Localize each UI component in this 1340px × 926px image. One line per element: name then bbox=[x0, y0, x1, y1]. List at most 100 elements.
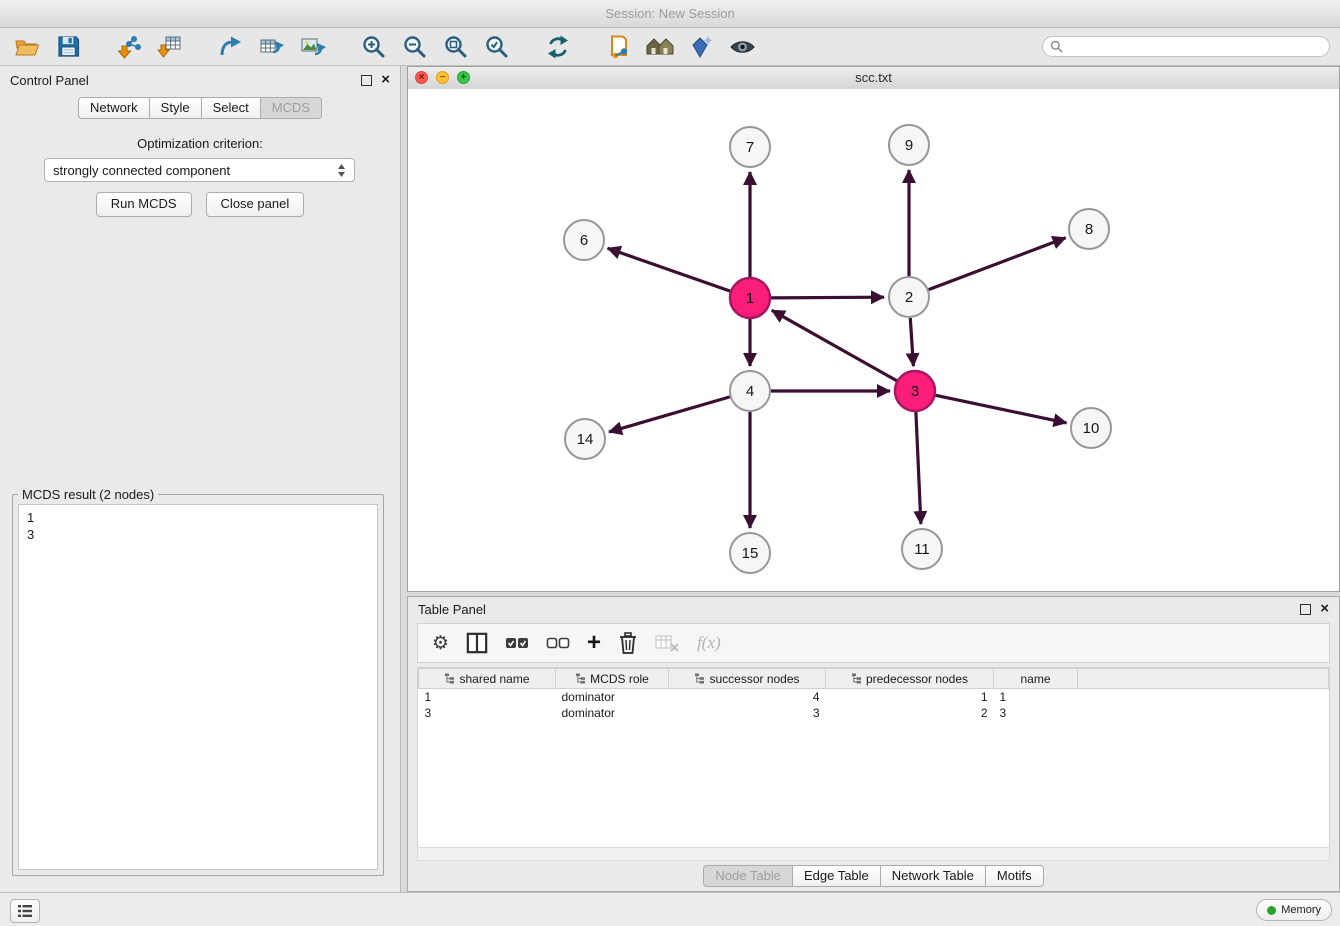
zoom-fit-button[interactable] bbox=[439, 32, 473, 62]
select-all-icon bbox=[505, 634, 529, 652]
close-panel-button[interactable]: Close panel bbox=[206, 192, 305, 217]
zoom-in-button[interactable] bbox=[357, 32, 391, 62]
gear-icon: ⚙ bbox=[432, 634, 449, 653]
table-row[interactable]: 1dominator411 bbox=[419, 689, 1329, 706]
table-row[interactable]: 3dominator323 bbox=[419, 705, 1329, 721]
graph-node-4[interactable]: 4 bbox=[730, 371, 770, 411]
graph-node-7[interactable]: 7 bbox=[730, 127, 770, 167]
control-panel: Control Panel × NetworkStyleSelectMCDS O… bbox=[0, 66, 401, 892]
optimization-criterion-value: strongly connected component bbox=[53, 163, 230, 178]
delete-table-button[interactable] bbox=[655, 634, 680, 653]
tab-select[interactable]: Select bbox=[201, 97, 261, 119]
network-file-button[interactable] bbox=[602, 32, 636, 62]
deselect-all-columns-button[interactable] bbox=[546, 634, 570, 652]
graph-node-1[interactable]: 1 bbox=[730, 278, 770, 318]
show-columns-button[interactable] bbox=[466, 632, 488, 654]
graph-edge-2-3[interactable] bbox=[910, 318, 913, 366]
table-panel-title: Table Panel bbox=[418, 602, 486, 617]
table-cell[interactable]: 4 bbox=[669, 689, 826, 706]
close-table-panel-icon[interactable]: × bbox=[1320, 602, 1329, 616]
select-arrows-icon bbox=[337, 163, 346, 178]
tab-edge-table[interactable]: Edge Table bbox=[792, 865, 881, 887]
column-header-mcds-role[interactable]: MCDS role bbox=[556, 669, 669, 689]
import-network-button[interactable] bbox=[112, 32, 146, 62]
close-panel-icon[interactable]: × bbox=[381, 73, 390, 87]
tab-network-table[interactable]: Network Table bbox=[880, 865, 986, 887]
refresh-layout-button[interactable] bbox=[541, 32, 575, 62]
graph-node-14[interactable]: 14 bbox=[565, 419, 605, 459]
table-cell[interactable]: 2 bbox=[826, 705, 994, 721]
import-table-button[interactable] bbox=[153, 32, 187, 62]
graph-edge-3-1[interactable] bbox=[772, 310, 897, 380]
function-builder-button[interactable]: f(x) bbox=[697, 633, 721, 653]
open-file-button[interactable] bbox=[10, 32, 44, 62]
delete-column-button[interactable] bbox=[618, 632, 638, 654]
table-cell[interactable]: 3 bbox=[669, 705, 826, 721]
float-panel-icon[interactable] bbox=[361, 75, 372, 86]
column-header-successor-nodes[interactable]: successor nodes bbox=[669, 669, 826, 689]
delete-table-icon bbox=[655, 634, 680, 653]
table-cell[interactable]: 3 bbox=[994, 705, 1078, 721]
graph-node-10[interactable]: 10 bbox=[1071, 408, 1111, 448]
show-hide-button[interactable] bbox=[725, 32, 759, 62]
graph-node-6[interactable]: 6 bbox=[564, 220, 604, 260]
window-title: Session: New Session bbox=[605, 6, 734, 21]
export-network-button[interactable] bbox=[214, 32, 248, 62]
zoom-selected-button[interactable] bbox=[480, 32, 514, 62]
tab-network[interactable]: Network bbox=[78, 97, 150, 119]
tab-style[interactable]: Style bbox=[149, 97, 202, 119]
run-mcds-button[interactable]: Run MCDS bbox=[96, 192, 192, 217]
graph-node-3[interactable]: 3 bbox=[895, 371, 935, 411]
node-table: shared name MCDS role bbox=[418, 668, 1329, 721]
zoom-out-button[interactable] bbox=[398, 32, 432, 62]
first-neighbors-button[interactable] bbox=[643, 32, 677, 62]
save-session-button[interactable] bbox=[51, 32, 85, 62]
table-cell[interactable]: 3 bbox=[419, 705, 556, 721]
select-all-columns-button[interactable] bbox=[505, 634, 529, 652]
add-column-button[interactable]: + bbox=[587, 632, 601, 654]
minimize-window-icon[interactable]: − bbox=[436, 71, 449, 84]
save-icon bbox=[56, 34, 81, 59]
apply-style-button[interactable] bbox=[684, 32, 718, 62]
export-image-button[interactable] bbox=[296, 32, 330, 62]
float-table-panel-icon[interactable] bbox=[1300, 604, 1311, 615]
tab-node-table[interactable]: Node Table bbox=[703, 865, 793, 887]
network-window-titlebar[interactable]: × − + scc.txt bbox=[408, 67, 1339, 90]
tab-mcds[interactable]: MCDS bbox=[260, 97, 322, 119]
graph-node-2[interactable]: 2 bbox=[889, 277, 929, 317]
search-box[interactable] bbox=[1042, 36, 1330, 57]
table-cell[interactable]: 1 bbox=[994, 689, 1078, 706]
panel-list-button[interactable] bbox=[10, 899, 40, 923]
column-header-name[interactable]: name bbox=[994, 669, 1078, 689]
table-settings-button[interactable]: ⚙ bbox=[432, 634, 449, 653]
graph-node-9[interactable]: 9 bbox=[889, 125, 929, 165]
column-header-predecessor-nodes[interactable]: predecessor nodes bbox=[826, 669, 994, 689]
graph-edge-3-10[interactable] bbox=[936, 395, 1067, 423]
graph-node-11[interactable]: 11 bbox=[902, 529, 942, 569]
graph-node-15[interactable]: 15 bbox=[730, 533, 770, 573]
graph-edge-1-2[interactable] bbox=[771, 297, 884, 298]
close-window-icon[interactable]: × bbox=[415, 71, 428, 84]
zoom-window-icon[interactable]: + bbox=[457, 71, 470, 84]
traffic-lights: × − + bbox=[415, 71, 470, 84]
network-view[interactable]: 7 9 6 8 1 2 4 3 14 10 15 11 bbox=[408, 89, 1339, 591]
graph-edge-2-8[interactable] bbox=[929, 238, 1066, 290]
table-cell[interactable]: 1 bbox=[826, 689, 994, 706]
graph-edge-1-6[interactable] bbox=[608, 248, 731, 291]
optimization-criterion-select[interactable]: strongly connected component bbox=[44, 158, 355, 182]
table-horizontal-scrollbar[interactable] bbox=[417, 847, 1330, 861]
column-header-shared-name[interactable]: shared name bbox=[419, 669, 556, 689]
plus-icon: + bbox=[587, 632, 601, 654]
table-cell[interactable]: 1 bbox=[419, 689, 556, 706]
table-cell[interactable]: dominator bbox=[556, 705, 669, 721]
graph-edge-4-14[interactable] bbox=[609, 397, 730, 432]
graph-node-8[interactable]: 8 bbox=[1069, 209, 1109, 249]
export-table-button[interactable] bbox=[255, 32, 289, 62]
network-graph[interactable]: 7 9 6 8 1 2 4 3 14 10 15 11 bbox=[408, 89, 1339, 591]
memory-button[interactable]: Memory bbox=[1256, 899, 1332, 921]
svg-text:8: 8 bbox=[1085, 221, 1093, 238]
search-input[interactable] bbox=[1067, 39, 1322, 55]
graph-edge-3-11[interactable] bbox=[916, 412, 921, 524]
table-cell[interactable]: dominator bbox=[556, 689, 669, 706]
tab-motifs[interactable]: Motifs bbox=[985, 865, 1044, 887]
